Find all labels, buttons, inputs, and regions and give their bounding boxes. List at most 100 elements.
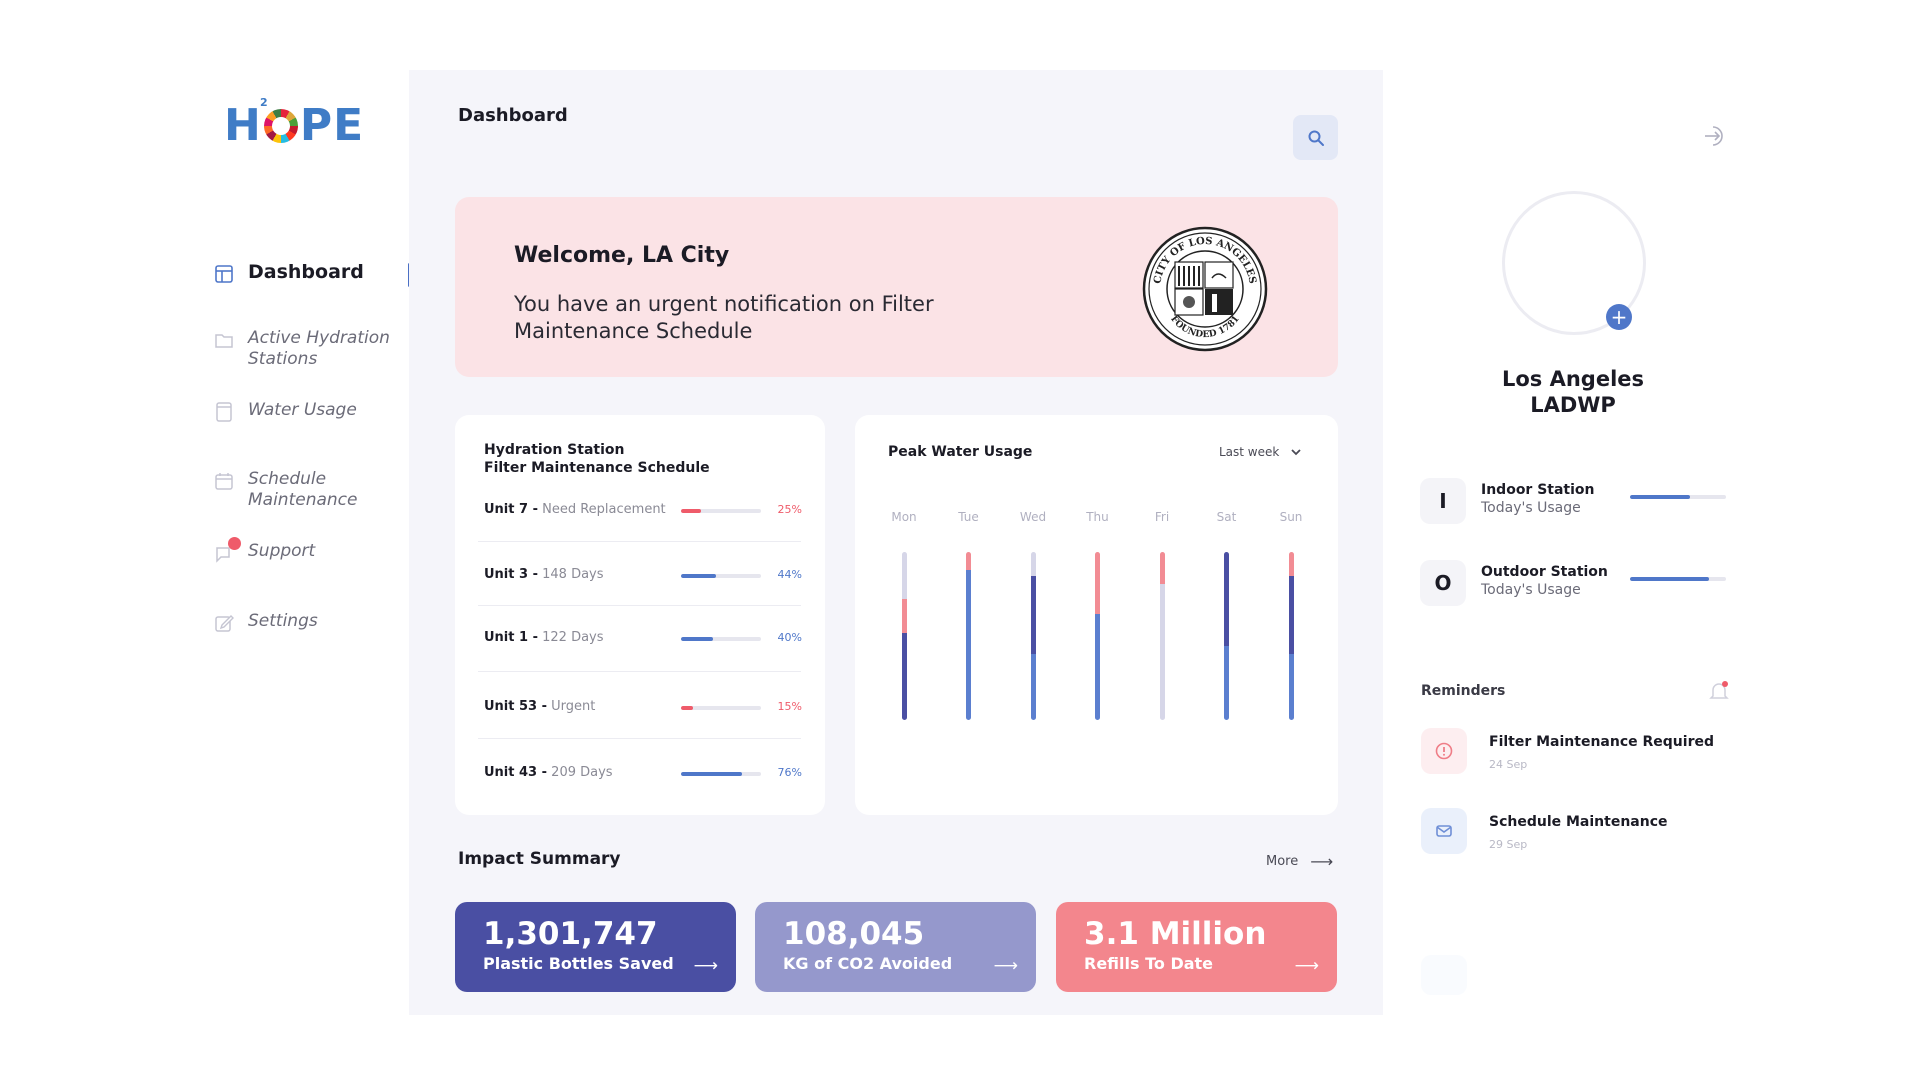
x-tick-label: Tue [958,510,979,524]
bar-segment [1095,614,1100,720]
logo-letter-h: H [224,100,262,151]
bar-sat[interactable] [1224,552,1229,720]
bar-sun[interactable] [1288,552,1294,720]
usage-progress-bar [1630,495,1726,499]
chevron-down-icon [1291,449,1301,456]
filter-progress-bar [681,574,761,578]
bar-segment [1224,646,1229,720]
banner-message: You have an urgent notification on Filte… [514,292,934,343]
filter-progress-fill [681,772,742,776]
maintenance-row[interactable]: Unit 7 - Need Replacement 25% [484,496,802,526]
bar-segment [1288,654,1294,720]
maintenance-title-line2: Filter Maintenance Schedule [484,460,710,476]
unit-name: Unit 43 - [484,765,548,780]
bar-mon[interactable] [901,552,907,720]
row-divider [478,604,801,606]
filter-progress-bar [681,772,761,776]
unit-name: Unit 53 - [484,699,548,714]
unit-status: 148 Days [542,567,604,582]
bar-thu[interactable] [1095,552,1100,720]
range-selected-value: Last week [1219,445,1280,459]
bar-segment [1159,552,1165,584]
sidebar-item-support[interactable]: Support [214,537,316,563]
sidebar-item-water-usage[interactable]: Water Usage [214,400,357,422]
bar-wed[interactable] [1030,552,1036,720]
bar-tue[interactable] [966,552,971,720]
filter-progress-bar [681,637,761,641]
sidebar-item-label: Water Usage [248,400,357,420]
row-divider [478,738,801,739]
sidebar-item-label: Support [248,541,316,561]
station-name: Indoor Station [1481,482,1595,498]
bar-fri[interactable] [1159,552,1165,720]
arrow-right-icon: ⟶ [993,956,1018,976]
document-icon [216,402,232,422]
reminder-item[interactable]: Filter Maintenance Required 24 Sep [1421,728,1731,776]
usage-progress-bar [1630,577,1726,581]
chat-icon-wrap [214,537,241,563]
impact-stat-card[interactable]: 108,045 KG of CO2 Avoided ⟶ [755,902,1036,992]
x-tick-label: Mon [891,510,917,524]
station-name: Outdoor Station [1481,564,1608,580]
alert-icon [1435,742,1453,760]
unit-label: Unit 1 - 122 Days [484,630,604,645]
maintenance-row[interactable]: Unit 3 - 148 Days 44% [484,561,802,591]
maintenance-row[interactable]: Unit 43 - 209 Days 76% [484,759,802,789]
bar-segment [1224,552,1229,647]
sidebar-item-active-hydration-stations[interactable]: Active Hydration Stations [214,328,398,370]
unit-status: 209 Days [551,765,613,780]
usage-progress-fill [1630,577,1709,581]
bar-segment [1030,552,1036,576]
filter-progress-fill [681,637,713,641]
row-divider [478,670,801,672]
bar-segment [901,632,907,720]
more-link[interactable]: More ⟶ [1266,852,1333,871]
maintenance-row[interactable]: Unit 1 - 122 Days 40% [484,624,802,654]
unit-status: Urgent [551,699,596,714]
arrow-right-icon: ⟶ [1294,956,1319,976]
add-photo-button[interactable]: + [1606,304,1632,330]
reminder-icon-tile [1421,728,1467,774]
mail-icon [1436,825,1452,837]
stat-label: Refills To Date [1084,954,1214,973]
search-button[interactable] [1293,115,1338,160]
logo-superscript: 2 [260,96,269,109]
impact-stat-card[interactable]: 3.1 Million Refills To Date ⟶ [1056,902,1337,992]
reminder-item[interactable]: Schedule Maintenance 29 Sep [1421,808,1731,856]
arrow-right-icon: ⟶ [1310,852,1334,871]
unit-name: Unit 1 - [484,630,538,645]
sidebar-item-settings[interactable]: Settings [214,611,318,633]
banner-title: Welcome, LA City [514,243,730,268]
bar-segment [1288,575,1294,655]
reminder-date: 24 Sep [1489,758,1528,771]
sidebar-item-label: Settings [248,611,318,631]
unit-label: Unit 7 - Need Replacement [484,502,666,517]
impact-stat-card[interactable]: 1,301,747 Plastic Bottles Saved ⟶ [455,902,736,992]
station-outdoor[interactable]: O Outdoor Station Today's Usage [1420,560,1730,608]
hope-logo: H PE 2 [224,96,364,151]
reminders-title: Reminders [1421,683,1506,699]
unit-label: Unit 53 - Urgent [484,699,595,714]
logout-icon[interactable] [1703,123,1729,149]
bar-segment [901,599,907,633]
calendar-icon [215,473,233,490]
arrow-right-icon: ⟶ [693,956,718,976]
x-tick-label: Sat [1216,510,1237,524]
unit-label: Unit 3 - 148 Days [484,567,604,582]
bar-segment [1159,583,1165,720]
bar-segment [1030,654,1036,720]
plus-icon: + [1610,305,1628,329]
sidebar-item-schedule-maintenance[interactable]: Schedule Maintenance [214,469,378,511]
station-indoor[interactable]: I Indoor Station Today's Usage [1420,478,1730,526]
maintenance-row[interactable]: Unit 53 - Urgent 15% [484,693,802,723]
bar-segment [901,552,907,600]
bell-icon[interactable] [1708,680,1730,702]
sidebar-item-dashboard[interactable]: Dashboard [214,262,364,284]
org-name-line1: Los Angeles [1501,367,1645,391]
filter-progress-bar [681,706,761,710]
bar-segment [1030,575,1036,655]
range-dropdown[interactable]: Last week [1219,445,1301,459]
more-label: More [1266,854,1299,869]
filter-percent: 44% [777,568,802,581]
maintenance-title-line1: Hydration Station [484,442,625,458]
